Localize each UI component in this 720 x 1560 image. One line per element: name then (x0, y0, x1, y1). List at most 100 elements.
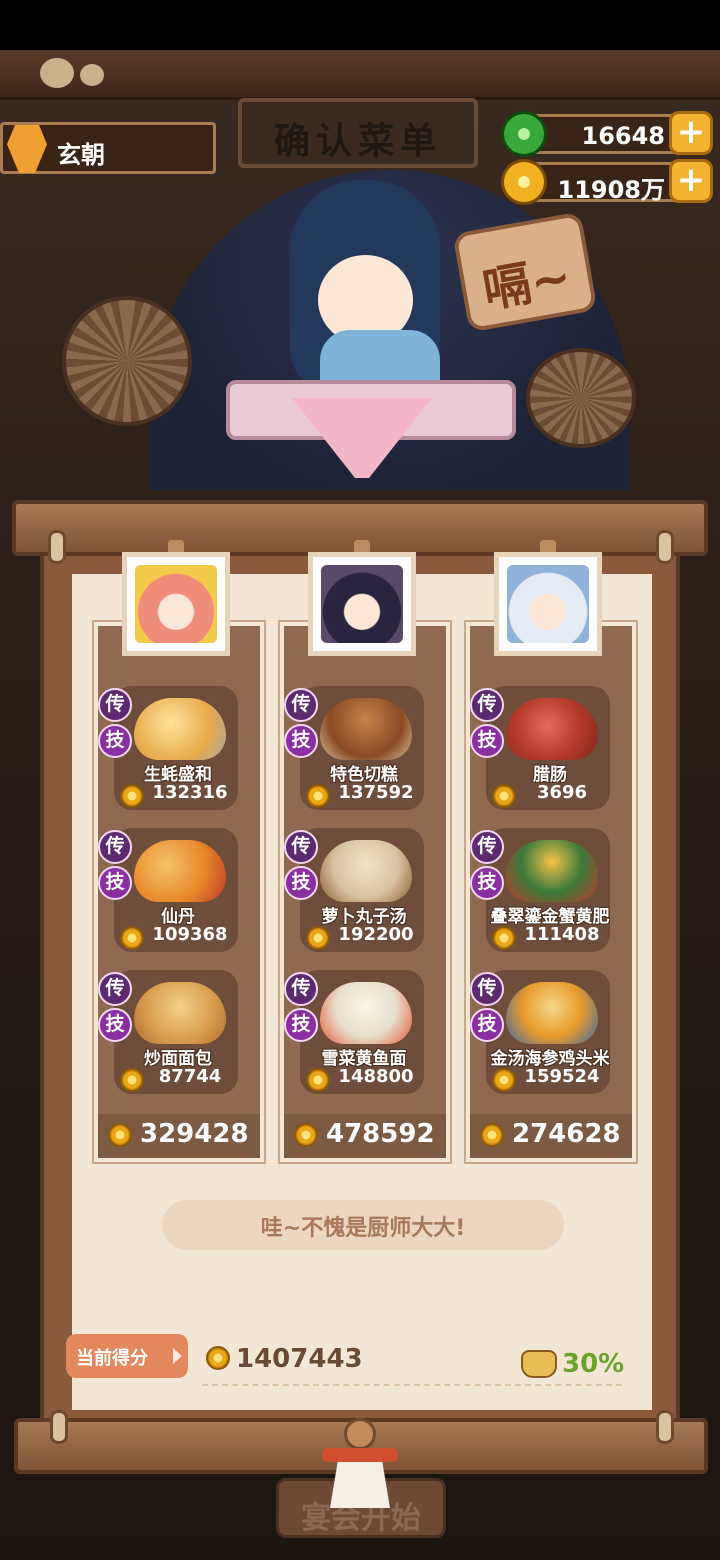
coin-icon (120, 1068, 144, 1092)
skill-tag: 技 (98, 1008, 132, 1042)
dish-card[interactable]: 特色切糕 137592 (300, 686, 424, 810)
column-total-value: 274628 (512, 1119, 621, 1149)
dish-image (506, 840, 598, 902)
arrow-icon (173, 1348, 182, 1364)
chef-portrait-3[interactable] (494, 552, 602, 656)
player-info[interactable]: 玄朝 (0, 122, 216, 174)
coin-icon (501, 159, 547, 205)
skill-tag: 技 (98, 866, 132, 900)
coin-icon (480, 1123, 504, 1147)
current-score-label: 当前得分 (66, 1334, 188, 1378)
chef-portrait-2[interactable] (308, 552, 416, 656)
add-jade-button[interactable]: + (669, 111, 713, 155)
tassel-cloth (330, 1454, 390, 1508)
legend-tag: 传 (470, 688, 504, 722)
dish-image (320, 982, 412, 1044)
add-coin-button[interactable]: + (669, 159, 713, 203)
tassel-knob (344, 1418, 376, 1450)
coin-icon (306, 926, 330, 950)
column-total-value: 478592 (326, 1119, 435, 1149)
dish-card[interactable]: 金汤海参鸡头米 159524 (486, 970, 610, 1094)
praise-text: 哇~不愧是厨师大大! (260, 1216, 466, 1241)
dish-card[interactable]: 炒面面包 87744 (114, 970, 238, 1094)
dish-image (320, 840, 412, 902)
tassel-band (322, 1448, 398, 1462)
dish-card[interactable]: 雪菜黄鱼面 148800 (300, 970, 424, 1094)
roof-beam (0, 50, 720, 100)
dish-image (134, 840, 226, 902)
legend-tag: 传 (98, 972, 132, 1006)
chick-decoration (80, 64, 104, 86)
coin-icon (492, 784, 516, 808)
dish-value: 132316 (152, 782, 228, 803)
dish-image (134, 698, 226, 760)
legend-tag: 传 (284, 688, 318, 722)
coin-icon (306, 1068, 330, 1092)
dish-image (506, 698, 598, 760)
chef-avatar-icon (507, 565, 589, 643)
legend-tag: 传 (470, 830, 504, 864)
score-label-text: 当前得分 (76, 1348, 148, 1369)
avatar-icon (7, 125, 47, 173)
skill-tag: 技 (284, 724, 318, 758)
rod-knob (50, 1410, 68, 1444)
skill-tag: 技 (470, 724, 504, 758)
bonus-percent: 30% (562, 1349, 625, 1379)
dish-value: 109368 (152, 924, 228, 945)
status-bar (0, 0, 720, 50)
dish-card[interactable]: 腊肠 3696 (486, 686, 610, 810)
skill-tag: 技 (470, 866, 504, 900)
column-total: 329428 (98, 1114, 260, 1158)
dish-value: 159524 (524, 1066, 600, 1087)
rod-knob (656, 530, 674, 564)
menu-sign: 确认菜单 (238, 98, 478, 168)
chick-decoration (40, 58, 74, 88)
dish-value: 137592 (338, 782, 414, 803)
coin-amount: 11908万 (557, 176, 666, 204)
skill-tag: 技 (470, 1008, 504, 1042)
dish-value: 148800 (338, 1066, 414, 1087)
chef-portrait-1[interactable] (122, 552, 230, 656)
jade-amount: 16648 (581, 122, 666, 150)
legend-tag: 传 (470, 972, 504, 1006)
fan-decoration-right (526, 348, 636, 448)
chef-avatar-icon (135, 565, 217, 643)
fan-decoration-left (62, 296, 192, 426)
rod-knob (656, 1410, 674, 1444)
coin-icon (306, 784, 330, 808)
bonus-bag-icon (521, 1350, 557, 1378)
column-total: 274628 (470, 1114, 632, 1158)
skill-tag: 技 (284, 1008, 318, 1042)
dish-image (320, 698, 412, 760)
dish-card[interactable]: 生蚝盛和 132316 (114, 686, 238, 810)
coin-icon (120, 784, 144, 808)
jade-icon (501, 111, 547, 157)
dish-value: 3696 (536, 782, 588, 803)
legend-tag: 传 (98, 830, 132, 864)
chef-avatar-icon (321, 565, 403, 643)
dish-card[interactable]: 仙丹 109368 (114, 828, 238, 952)
player-name: 玄朝 (57, 141, 105, 169)
tassel-decoration (322, 1418, 398, 1508)
speech-text: 嗝~ (478, 248, 576, 320)
jade-counter: 16648 + (501, 111, 713, 157)
dish-image (506, 982, 598, 1044)
dish-card[interactable]: 叠翠鎏金蟹黄肥 111408 (486, 828, 610, 952)
dish-card[interactable]: 萝卜丸子汤 192200 (300, 828, 424, 952)
divider (202, 1384, 622, 1386)
coin-counter: 11908万 + (501, 159, 713, 205)
coin-icon (294, 1123, 318, 1147)
dish-image (134, 982, 226, 1044)
dish-value: 87744 (158, 1066, 222, 1087)
game-scene: 确认菜单 嗝~ 玄朝 16648 + 11908万 + 329428 生蚝盛和 … (0, 0, 720, 1560)
dish-value: 111408 (524, 924, 600, 945)
coin-icon (492, 926, 516, 950)
praise-message: 哇~不愧是厨师大大! (162, 1200, 564, 1250)
column-total-value: 329428 (140, 1119, 249, 1149)
coin-icon (120, 926, 144, 950)
legend-tag: 传 (284, 830, 318, 864)
coin-icon (206, 1346, 230, 1370)
dish-value: 192200 (338, 924, 414, 945)
skill-tag: 技 (284, 866, 318, 900)
column-total: 478592 (284, 1114, 446, 1158)
